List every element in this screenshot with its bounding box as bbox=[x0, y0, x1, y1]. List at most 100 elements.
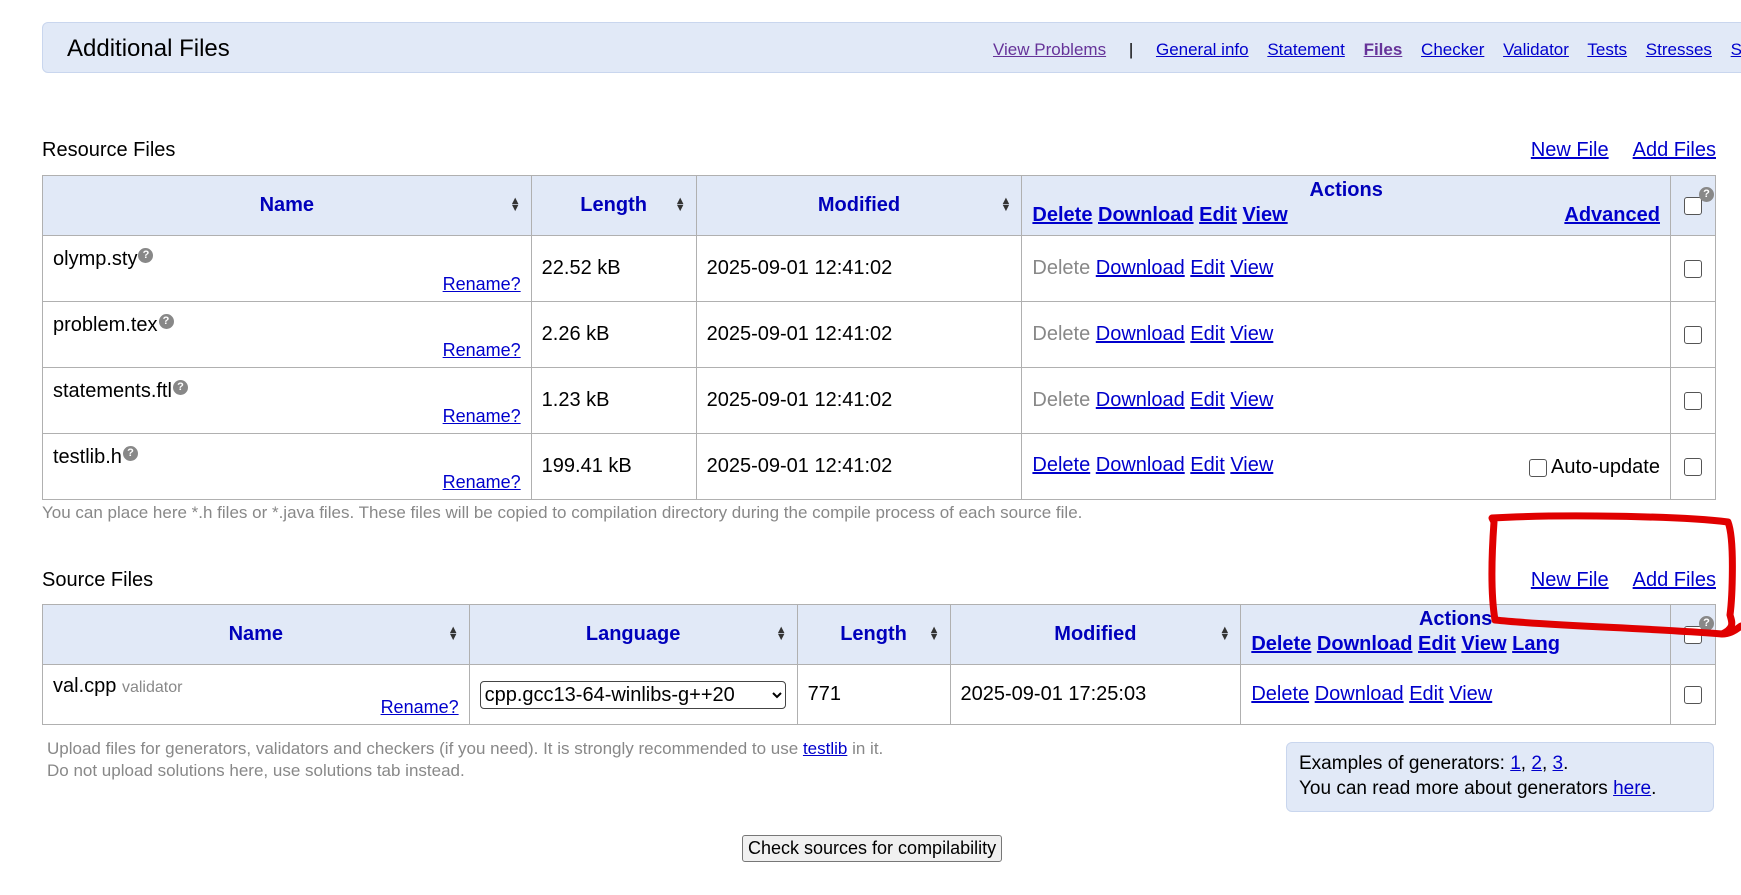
resource-add-files-link[interactable]: Add Files bbox=[1633, 139, 1716, 161]
help-icon[interactable]: ? bbox=[138, 248, 154, 263]
nav-validator[interactable]: Validator bbox=[1503, 40, 1569, 59]
bulk-edit-link[interactable]: Edit bbox=[1199, 204, 1237, 226]
help-icon[interactable]: ? bbox=[158, 314, 174, 329]
row-checkbox[interactable] bbox=[1683, 259, 1702, 278]
help-icon[interactable]: ? bbox=[172, 380, 188, 395]
col-modified-label: Modified bbox=[1054, 623, 1137, 645]
col-modified-header[interactable]: Modified ▲ ▼ bbox=[695, 175, 1023, 236]
bulk-view-link[interactable]: View bbox=[1461, 633, 1506, 655]
nav-view-problems[interactable]: View Problems bbox=[993, 40, 1106, 59]
row-select-cell bbox=[1669, 367, 1717, 434]
generators-here-link[interactable]: here bbox=[1613, 778, 1651, 799]
source-new-file-link[interactable]: New File bbox=[1531, 569, 1609, 591]
col-actions-label: Actions bbox=[1418, 607, 1493, 630]
file-length: 22.52 kB bbox=[530, 235, 697, 302]
auto-update-option[interactable]: Auto-update bbox=[1528, 456, 1660, 479]
sort-icon[interactable]: ▲ ▼ bbox=[929, 625, 940, 643]
rename-link[interactable]: Rename? bbox=[443, 274, 521, 295]
sort-icon[interactable]: ▲ ▼ bbox=[1001, 196, 1012, 214]
rename-link[interactable]: Rename? bbox=[443, 340, 521, 361]
advanced-link[interactable]: Advanced bbox=[1564, 204, 1660, 227]
file-modified: 2025-09-01 12:41:02 bbox=[695, 433, 1023, 500]
language-cell: cpp.gcc13-64-winlibs-g++20 bbox=[468, 664, 798, 725]
language-select[interactable]: cpp.gcc13-64-winlibs-g++20 bbox=[479, 680, 786, 709]
check-compilability-button[interactable]: Check sources for compilability bbox=[742, 835, 1003, 862]
note-text: in it. bbox=[847, 739, 884, 758]
row-checkbox[interactable] bbox=[1683, 457, 1702, 476]
delete-link[interactable]: Delete bbox=[1032, 454, 1090, 476]
bulk-download-link[interactable]: Download bbox=[1317, 633, 1413, 655]
bulk-delete-link[interactable]: Delete bbox=[1251, 633, 1311, 655]
rename-link[interactable]: Rename? bbox=[443, 472, 521, 493]
file-length: 2.26 kB bbox=[530, 301, 697, 368]
nav-statement[interactable]: Statement bbox=[1267, 40, 1345, 59]
col-name-header[interactable]: Name ▲ ▼ bbox=[42, 604, 470, 665]
help-icon[interactable]: ? bbox=[1699, 187, 1714, 202]
download-link[interactable]: Download bbox=[1096, 323, 1185, 345]
resource-new-file-link[interactable]: New File bbox=[1531, 139, 1609, 161]
row-select-cell bbox=[1669, 433, 1717, 500]
edit-link[interactable]: Edit bbox=[1190, 257, 1224, 279]
sort-icon[interactable]: ▲ ▼ bbox=[1219, 625, 1230, 643]
nav-tests[interactable]: Tests bbox=[1587, 40, 1627, 59]
select-all-checkbox[interactable] bbox=[1683, 196, 1702, 215]
file-length: 771 bbox=[796, 664, 951, 725]
example-link-2[interactable]: 2 bbox=[1531, 753, 1542, 774]
col-length-header[interactable]: Length ▲ ▼ bbox=[796, 604, 951, 665]
download-link[interactable]: Download bbox=[1096, 454, 1185, 476]
bulk-download-link[interactable]: Download bbox=[1098, 204, 1194, 226]
source-files-table: Name ▲ ▼ Language ▲ ▼ Length ▲ ▼ Modified ▲ ▼ Ac… bbox=[42, 604, 1717, 725]
row-checkbox[interactable] bbox=[1683, 685, 1702, 704]
rename-link[interactable]: Rename? bbox=[381, 697, 459, 718]
help-icon[interactable]: ? bbox=[122, 446, 138, 461]
file-actions: Delete Download Edit View bbox=[1240, 664, 1671, 725]
delete-link[interactable]: Delete bbox=[1251, 683, 1309, 705]
bulk-delete-link[interactable]: Delete bbox=[1032, 204, 1092, 226]
table-row: olymp.sty? Rename? 22.52 kB 2025-09-01 12… bbox=[42, 235, 1717, 302]
bulk-view-link[interactable]: View bbox=[1242, 204, 1287, 226]
download-link[interactable]: Download bbox=[1315, 683, 1404, 705]
period: . bbox=[1651, 778, 1657, 799]
example-link-3[interactable]: 3 bbox=[1553, 753, 1564, 774]
view-link[interactable]: View bbox=[1230, 389, 1273, 411]
col-language-header[interactable]: Language ▲ ▼ bbox=[468, 604, 798, 665]
download-link[interactable]: Download bbox=[1096, 389, 1185, 411]
nav-general-info[interactable]: General info bbox=[1156, 40, 1249, 59]
row-checkbox[interactable] bbox=[1683, 325, 1702, 344]
sort-icon[interactable]: ▲ ▼ bbox=[510, 196, 521, 214]
view-link[interactable]: View bbox=[1230, 454, 1273, 476]
nav-files[interactable]: Files bbox=[1364, 40, 1403, 59]
sort-icon[interactable]: ▲ ▼ bbox=[675, 196, 686, 214]
example-link-1[interactable]: 1 bbox=[1510, 753, 1521, 774]
nav-stresses[interactable]: Stresses bbox=[1646, 40, 1712, 59]
edit-link[interactable]: Edit bbox=[1190, 323, 1224, 345]
sort-icon[interactable]: ▲ ▼ bbox=[448, 625, 459, 643]
bulk-lang-link[interactable]: Lang bbox=[1512, 633, 1560, 655]
col-name-header[interactable]: Name ▲ ▼ bbox=[42, 175, 532, 236]
select-all-checkbox[interactable] bbox=[1683, 625, 1702, 644]
col-modified-header[interactable]: Modified ▲ ▼ bbox=[949, 604, 1242, 665]
row-checkbox[interactable] bbox=[1683, 391, 1702, 410]
rename-link[interactable]: Rename? bbox=[443, 406, 521, 427]
nav-checker[interactable]: Checker bbox=[1421, 40, 1484, 59]
view-link[interactable]: View bbox=[1449, 683, 1492, 705]
edit-link[interactable]: Edit bbox=[1409, 683, 1443, 705]
resource-files-table: Name ▲ ▼ Length ▲ ▼ Modified ▲ ▼ Actions Delet… bbox=[42, 175, 1717, 500]
table-row: testlib.h? Rename? 199.41 kB 2025-09-01 1… bbox=[42, 433, 1717, 500]
nav-solutions[interactable]: Sol bbox=[1731, 40, 1741, 59]
row-select-cell bbox=[1669, 235, 1717, 302]
testlib-link[interactable]: testlib bbox=[803, 739, 847, 758]
edit-link[interactable]: Edit bbox=[1190, 454, 1224, 476]
generator-examples: Examples of generators: 1, 2, 3. bbox=[1299, 753, 1569, 774]
sort-icon[interactable]: ▲ ▼ bbox=[776, 625, 787, 643]
download-link[interactable]: Download bbox=[1096, 257, 1185, 279]
col-length-header[interactable]: Length ▲ ▼ bbox=[530, 175, 697, 236]
help-icon[interactable]: ? bbox=[1699, 616, 1714, 631]
bulk-edit-link[interactable]: Edit bbox=[1418, 633, 1456, 655]
source-note-line1: Upload files for generators, validators … bbox=[47, 738, 883, 760]
source-add-files-link[interactable]: Add Files bbox=[1633, 569, 1716, 591]
auto-update-checkbox[interactable] bbox=[1528, 458, 1547, 477]
view-link[interactable]: View bbox=[1230, 257, 1273, 279]
edit-link[interactable]: Edit bbox=[1190, 389, 1224, 411]
view-link[interactable]: View bbox=[1230, 323, 1273, 345]
